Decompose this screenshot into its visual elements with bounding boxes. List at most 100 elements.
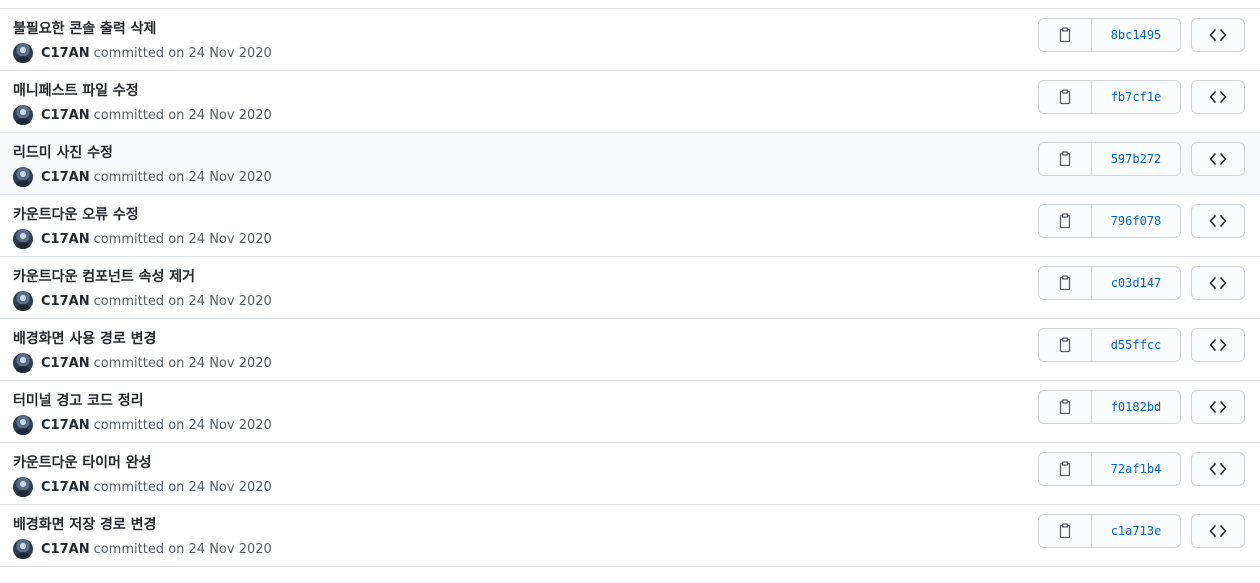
avatar[interactable] xyxy=(13,105,33,125)
copy-sha-button[interactable] xyxy=(1039,515,1092,547)
commit-title[interactable]: 터미널 경고 코드 정리 xyxy=(13,390,144,410)
sha-button-group: 796f078 xyxy=(1038,204,1181,238)
commit-title[interactable]: 카운트다운 타이머 완성 xyxy=(13,452,152,472)
copy-sha-button[interactable] xyxy=(1039,205,1092,237)
sha-button-group: 72af1b4 xyxy=(1038,452,1181,486)
commit-title[interactable]: 매니페스트 파일 수정 xyxy=(13,80,139,100)
commit-sha-link[interactable]: fb7cf1e xyxy=(1092,81,1180,113)
commit-author[interactable]: C17AN xyxy=(41,480,90,495)
avatar[interactable] xyxy=(13,229,33,249)
copy-sha-button[interactable] xyxy=(1039,19,1092,51)
commit-date: committed on 24 Nov 2020 xyxy=(93,355,272,371)
avatar[interactable] xyxy=(13,477,33,497)
sha-button-group: 8bc1495 xyxy=(1038,18,1181,52)
commit-actions: fb7cf1e xyxy=(1038,80,1245,114)
commit-row[interactable]: 터미널 경고 코드 정리 C17AN committed on 24 Nov 2… xyxy=(0,381,1260,443)
commit-row[interactable]: 카운트다운 타이머 완성 C17AN committed on 24 Nov 2… xyxy=(0,443,1260,505)
avatar[interactable] xyxy=(13,291,33,311)
copy-sha-button[interactable] xyxy=(1039,143,1092,175)
commit-author[interactable]: C17AN xyxy=(41,108,90,123)
code-icon xyxy=(1209,152,1227,166)
commit-list: 불필요한 콘솔 출력 삭제 C17AN committed on 24 Nov … xyxy=(0,8,1260,567)
commit-sha-link[interactable]: 8bc1495 xyxy=(1092,19,1180,51)
browse-repo-button[interactable] xyxy=(1191,266,1245,300)
copy-sha-button[interactable] xyxy=(1039,391,1092,423)
code-icon xyxy=(1209,462,1227,476)
commit-title[interactable]: 카운트다운 오류 수정 xyxy=(13,204,139,224)
commit-author[interactable]: C17AN xyxy=(41,46,90,61)
avatar[interactable] xyxy=(13,353,33,373)
browse-repo-button[interactable] xyxy=(1191,80,1245,114)
clipboard-icon xyxy=(1058,213,1072,229)
commit-sha-link[interactable]: d55ffcc xyxy=(1092,329,1180,361)
commit-meta: C17AN committed on 24 Nov 2020 xyxy=(13,104,272,126)
sha-button-group: d55ffcc xyxy=(1038,328,1181,362)
browse-repo-button[interactable] xyxy=(1191,142,1245,176)
commit-sha-link[interactable]: c03d147 xyxy=(1092,267,1180,299)
commit-meta: C17AN committed on 24 Nov 2020 xyxy=(13,290,272,312)
code-icon xyxy=(1209,524,1227,538)
code-icon xyxy=(1209,28,1227,42)
commit-row[interactable]: 매니페스트 파일 수정 C17AN committed on 24 Nov 20… xyxy=(0,71,1260,133)
commit-author[interactable]: C17AN xyxy=(41,542,90,557)
commit-row[interactable]: 배경화면 저장 경로 변경 C17AN committed on 24 Nov … xyxy=(0,505,1260,567)
clipboard-icon xyxy=(1058,337,1072,353)
commit-date: committed on 24 Nov 2020 xyxy=(93,541,272,557)
commit-row[interactable]: 카운트다운 오류 수정 C17AN committed on 24 Nov 20… xyxy=(0,195,1260,257)
commit-actions: 8bc1495 xyxy=(1038,18,1245,52)
commit-row[interactable]: 리드미 사진 수정 C17AN committed on 24 Nov 2020… xyxy=(0,133,1260,195)
commit-actions: 72af1b4 xyxy=(1038,452,1245,486)
browse-repo-button[interactable] xyxy=(1191,514,1245,548)
commit-sha-link[interactable]: 72af1b4 xyxy=(1092,453,1180,485)
commit-meta: C17AN committed on 24 Nov 2020 xyxy=(13,352,272,374)
clipboard-icon xyxy=(1058,399,1072,415)
commit-row[interactable]: 불필요한 콘솔 출력 삭제 C17AN committed on 24 Nov … xyxy=(0,9,1260,71)
commit-author[interactable]: C17AN xyxy=(41,232,90,247)
sha-button-group: c1a713e xyxy=(1038,514,1181,548)
commit-row[interactable]: 카운트다운 컴포넌트 속성 제거 C17AN committed on 24 N… xyxy=(0,257,1260,319)
commit-actions: c1a713e xyxy=(1038,514,1245,548)
commit-meta: C17AN committed on 24 Nov 2020 xyxy=(13,166,272,188)
commit-title[interactable]: 배경화면 저장 경로 변경 xyxy=(13,514,156,534)
commit-sha-link[interactable]: c1a713e xyxy=(1092,515,1180,547)
commit-date: committed on 24 Nov 2020 xyxy=(93,169,272,185)
commit-title[interactable]: 배경화면 사용 경로 변경 xyxy=(13,328,156,348)
commit-meta: C17AN committed on 24 Nov 2020 xyxy=(13,42,272,64)
commit-actions: 597b272 xyxy=(1038,142,1245,176)
clipboard-icon xyxy=(1058,151,1072,167)
avatar[interactable] xyxy=(13,167,33,187)
commit-row[interactable]: 배경화면 사용 경로 변경 C17AN committed on 24 Nov … xyxy=(0,319,1260,381)
commit-sha-link[interactable]: 597b272 xyxy=(1092,143,1180,175)
commit-author[interactable]: C17AN xyxy=(41,418,90,433)
commit-date: committed on 24 Nov 2020 xyxy=(93,479,272,495)
avatar[interactable] xyxy=(13,539,33,559)
code-icon xyxy=(1209,400,1227,414)
browse-repo-button[interactable] xyxy=(1191,18,1245,52)
browse-repo-button[interactable] xyxy=(1191,390,1245,424)
commit-author[interactable]: C17AN xyxy=(41,294,90,309)
browse-repo-button[interactable] xyxy=(1191,204,1245,238)
commit-author[interactable]: C17AN xyxy=(41,356,90,371)
commit-title[interactable]: 카운트다운 컴포넌트 속성 제거 xyxy=(13,266,195,286)
commit-meta: C17AN committed on 24 Nov 2020 xyxy=(13,538,272,560)
copy-sha-button[interactable] xyxy=(1039,267,1092,299)
clipboard-icon xyxy=(1058,523,1072,539)
commit-actions: 796f078 xyxy=(1038,204,1245,238)
code-icon xyxy=(1209,338,1227,352)
commit-title[interactable]: 리드미 사진 수정 xyxy=(13,142,113,162)
commit-actions: d55ffcc xyxy=(1038,328,1245,362)
commit-author[interactable]: C17AN xyxy=(41,170,90,185)
clipboard-icon xyxy=(1058,27,1072,43)
commit-title[interactable]: 불필요한 콘솔 출력 삭제 xyxy=(13,18,156,38)
code-icon xyxy=(1209,90,1227,104)
copy-sha-button[interactable] xyxy=(1039,329,1092,361)
commit-sha-link[interactable]: 796f078 xyxy=(1092,205,1180,237)
avatar[interactable] xyxy=(13,415,33,435)
copy-sha-button[interactable] xyxy=(1039,453,1092,485)
avatar[interactable] xyxy=(13,43,33,63)
commit-sha-link[interactable]: f0182bd xyxy=(1092,391,1180,423)
browse-repo-button[interactable] xyxy=(1191,328,1245,362)
commit-date: committed on 24 Nov 2020 xyxy=(93,293,272,309)
copy-sha-button[interactable] xyxy=(1039,81,1092,113)
browse-repo-button[interactable] xyxy=(1191,452,1245,486)
